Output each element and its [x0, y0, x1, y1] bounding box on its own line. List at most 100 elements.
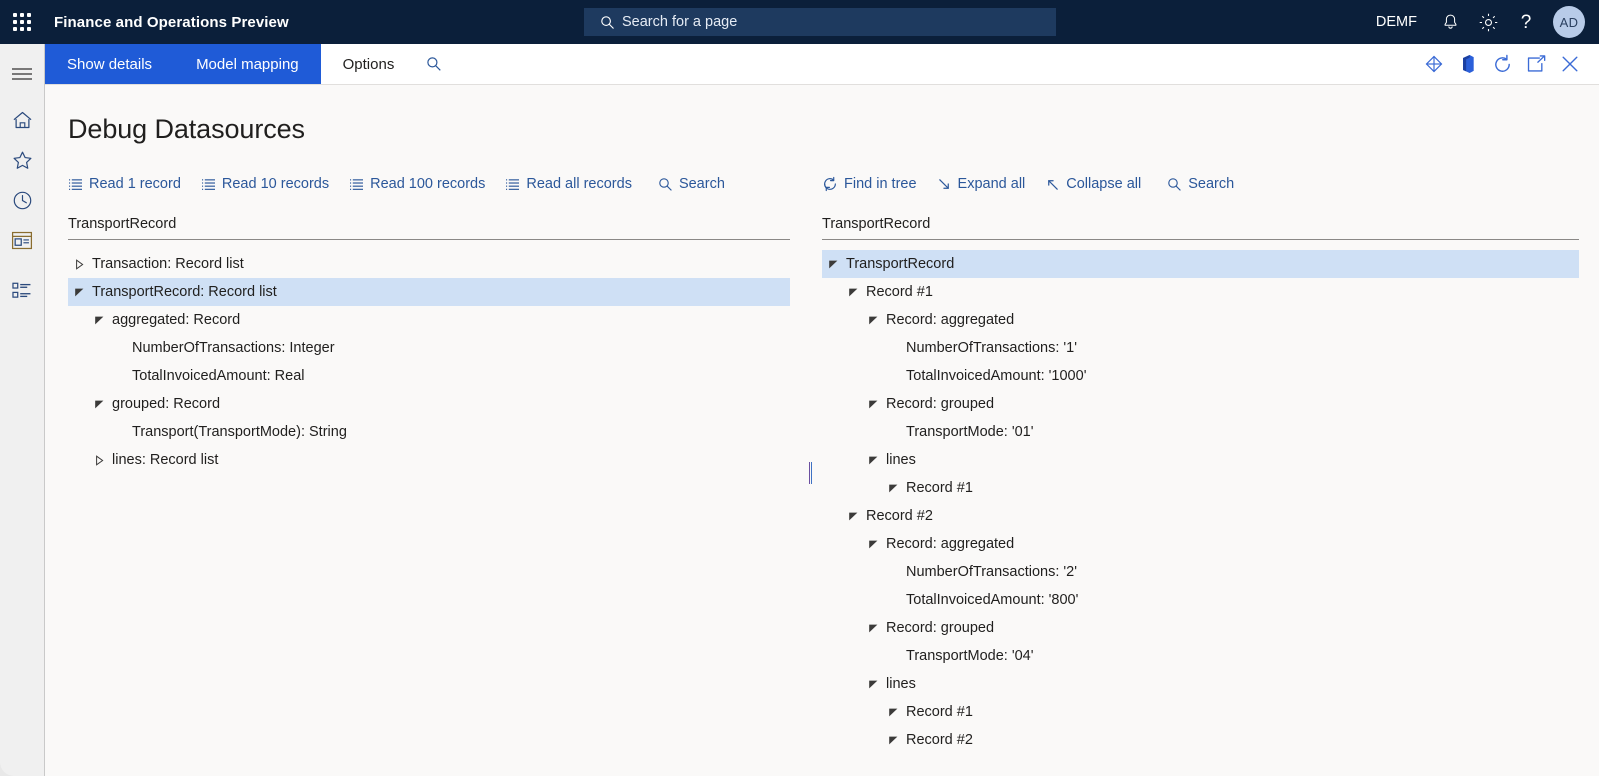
- tree-node-label: lines: [886, 452, 916, 468]
- tree-node-twisty[interactable]: [68, 258, 90, 270]
- tree-node[interactable]: Record #2: [822, 502, 1579, 530]
- tree-node-twisty[interactable]: [68, 287, 90, 298]
- arrow-up-left-icon: [1048, 179, 1059, 190]
- home-icon[interactable]: [0, 100, 45, 140]
- global-search-input[interactable]: Search for a page: [584, 8, 1056, 36]
- tree-node-twisty[interactable]: [862, 315, 884, 326]
- tree-node[interactable]: lines: [822, 446, 1579, 474]
- read-all-records-button[interactable]: Read all records: [505, 176, 632, 192]
- tree-node-label: TransportMode: '04': [906, 648, 1034, 664]
- tree-node[interactable]: TotalInvoicedAmount: '1000': [822, 362, 1579, 390]
- left-panel-search-button[interactable]: Search: [658, 176, 725, 192]
- workspace-icon[interactable]: [0, 220, 45, 260]
- tree-node[interactable]: Record #1: [822, 474, 1579, 502]
- find-in-tree-button[interactable]: Find in tree: [822, 176, 917, 192]
- modules-list-icon[interactable]: [0, 270, 45, 310]
- tree-node-label: TotalInvoicedAmount: '1000': [906, 368, 1087, 384]
- right-result-tree: TransportRecord Record #1 Record: aggregat…: [822, 250, 1579, 754]
- tree-node-twisty[interactable]: [882, 483, 904, 494]
- splitter-grip: [808, 461, 812, 484]
- expanded-triangle-icon: [868, 456, 877, 464]
- tree-node-twisty[interactable]: [822, 259, 844, 270]
- search-icon: [601, 15, 614, 29]
- avatar[interactable]: AD: [1553, 6, 1585, 38]
- tab-show-details[interactable]: Show details: [45, 44, 175, 84]
- tree-node[interactable]: Transport(TransportMode): String: [68, 418, 790, 446]
- tree-node-label: Transaction: Record list: [92, 256, 244, 272]
- tree-node-twisty[interactable]: [88, 315, 110, 326]
- tree-node[interactable]: Record: grouped: [822, 614, 1579, 642]
- tree-node[interactable]: Record: grouped: [822, 390, 1579, 418]
- tree-node-twisty[interactable]: [88, 454, 110, 466]
- read-100-records-button[interactable]: Read 100 records: [349, 176, 485, 192]
- tree-node-twisty[interactable]: [862, 679, 884, 690]
- collapse-all-button[interactable]: Collapse all: [1045, 176, 1141, 192]
- tree-node-twisty[interactable]: [842, 287, 864, 298]
- refresh-circle-icon[interactable]: [1485, 44, 1519, 85]
- top-navigation-bar: Finance and Operations Preview Search fo…: [0, 0, 1599, 44]
- tree-node-twisty[interactable]: [88, 399, 110, 410]
- page-title: Debug Datasources: [68, 114, 305, 144]
- tree-node[interactable]: lines: [822, 670, 1579, 698]
- tree-node-label: lines: Record list: [112, 452, 219, 468]
- popout-window-icon[interactable]: [1519, 44, 1553, 85]
- tree-node[interactable]: Transaction: Record list: [68, 250, 790, 278]
- power-bi-diamond-icon[interactable]: [1417, 44, 1451, 85]
- clock-icon[interactable]: [0, 180, 45, 220]
- hamburger-menu-icon[interactable]: [0, 54, 45, 94]
- close-x-icon[interactable]: [1553, 44, 1587, 85]
- tree-node[interactable]: aggregated: Record: [68, 306, 790, 334]
- tree-node-label: aggregated: Record: [112, 312, 241, 328]
- app-launcher-icon[interactable]: [0, 0, 44, 44]
- tree-node-twisty[interactable]: [882, 735, 904, 746]
- help-question-icon[interactable]: ?: [1507, 0, 1545, 44]
- tree-node[interactable]: Record: aggregated: [822, 530, 1579, 558]
- expand-all-button[interactable]: Expand all: [937, 176, 1025, 192]
- expanded-triangle-icon: [888, 708, 897, 716]
- tree-node[interactable]: NumberOfTransactions: Integer: [68, 334, 790, 362]
- tree-node[interactable]: Record: aggregated: [822, 306, 1579, 334]
- tree-node[interactable]: Record #1: [822, 698, 1579, 726]
- tree-node[interactable]: TotalInvoicedAmount: '800': [822, 586, 1579, 614]
- tree-node[interactable]: grouped: Record: [68, 390, 790, 418]
- tab-options[interactable]: Options: [320, 44, 417, 84]
- tree-node[interactable]: NumberOfTransactions: '2': [822, 558, 1579, 586]
- star-icon[interactable]: [0, 140, 45, 180]
- settings-gear-icon[interactable]: [1469, 0, 1507, 44]
- tree-node-label: TransportRecord: Record list: [92, 284, 277, 300]
- command-bar-search-icon[interactable]: [416, 44, 452, 84]
- tree-node-twisty[interactable]: [842, 511, 864, 522]
- tree-node-twisty[interactable]: [862, 539, 884, 550]
- right-panel-search-label: Search: [1188, 176, 1235, 192]
- command-bar-right-icons: [1417, 44, 1599, 84]
- tree-node-label: TransportMode: '01': [906, 424, 1034, 440]
- panel-splitter[interactable]: [800, 169, 820, 776]
- tree-node[interactable]: NumberOfTransactions: '1': [822, 334, 1579, 362]
- tree-node[interactable]: TransportRecord: Record list: [68, 278, 790, 306]
- tree-node[interactable]: TransportRecord: [822, 250, 1579, 278]
- office-open-icon[interactable]: [1451, 44, 1485, 85]
- tree-node[interactable]: TransportMode: '01': [822, 418, 1579, 446]
- read-1-record-button[interactable]: Read 1 record: [68, 176, 181, 192]
- search-icon: [1168, 177, 1182, 191]
- tree-node-twisty[interactable]: [882, 707, 904, 718]
- notification-bell-icon[interactable]: [1431, 0, 1469, 44]
- tree-node[interactable]: Record #1: [822, 278, 1579, 306]
- left-navigation-rail: [0, 44, 45, 776]
- tree-node-label: Record #1: [866, 284, 933, 300]
- tree-node-twisty[interactable]: [862, 455, 884, 466]
- read-100-records-label: Read 100 records: [370, 176, 486, 192]
- panels-container: Read 1 record Read 10 records Read 100 r…: [45, 169, 1599, 776]
- top-right-actions: DEMF ? AD: [1376, 0, 1599, 44]
- tree-node[interactable]: TotalInvoicedAmount: Real: [68, 362, 790, 390]
- right-panel-search-button[interactable]: Search: [1167, 176, 1234, 192]
- tree-node-label: NumberOfTransactions: Integer: [132, 340, 335, 356]
- company-id[interactable]: DEMF: [1376, 14, 1417, 30]
- read-10-records-button[interactable]: Read 10 records: [201, 176, 329, 192]
- tree-node[interactable]: TransportMode: '04': [822, 642, 1579, 670]
- tree-node-twisty[interactable]: [862, 399, 884, 410]
- tree-node[interactable]: Record #2: [822, 726, 1579, 754]
- tree-node[interactable]: lines: Record list: [68, 446, 790, 474]
- tab-model-mapping[interactable]: Model mapping: [174, 44, 321, 84]
- tree-node-twisty[interactable]: [862, 623, 884, 634]
